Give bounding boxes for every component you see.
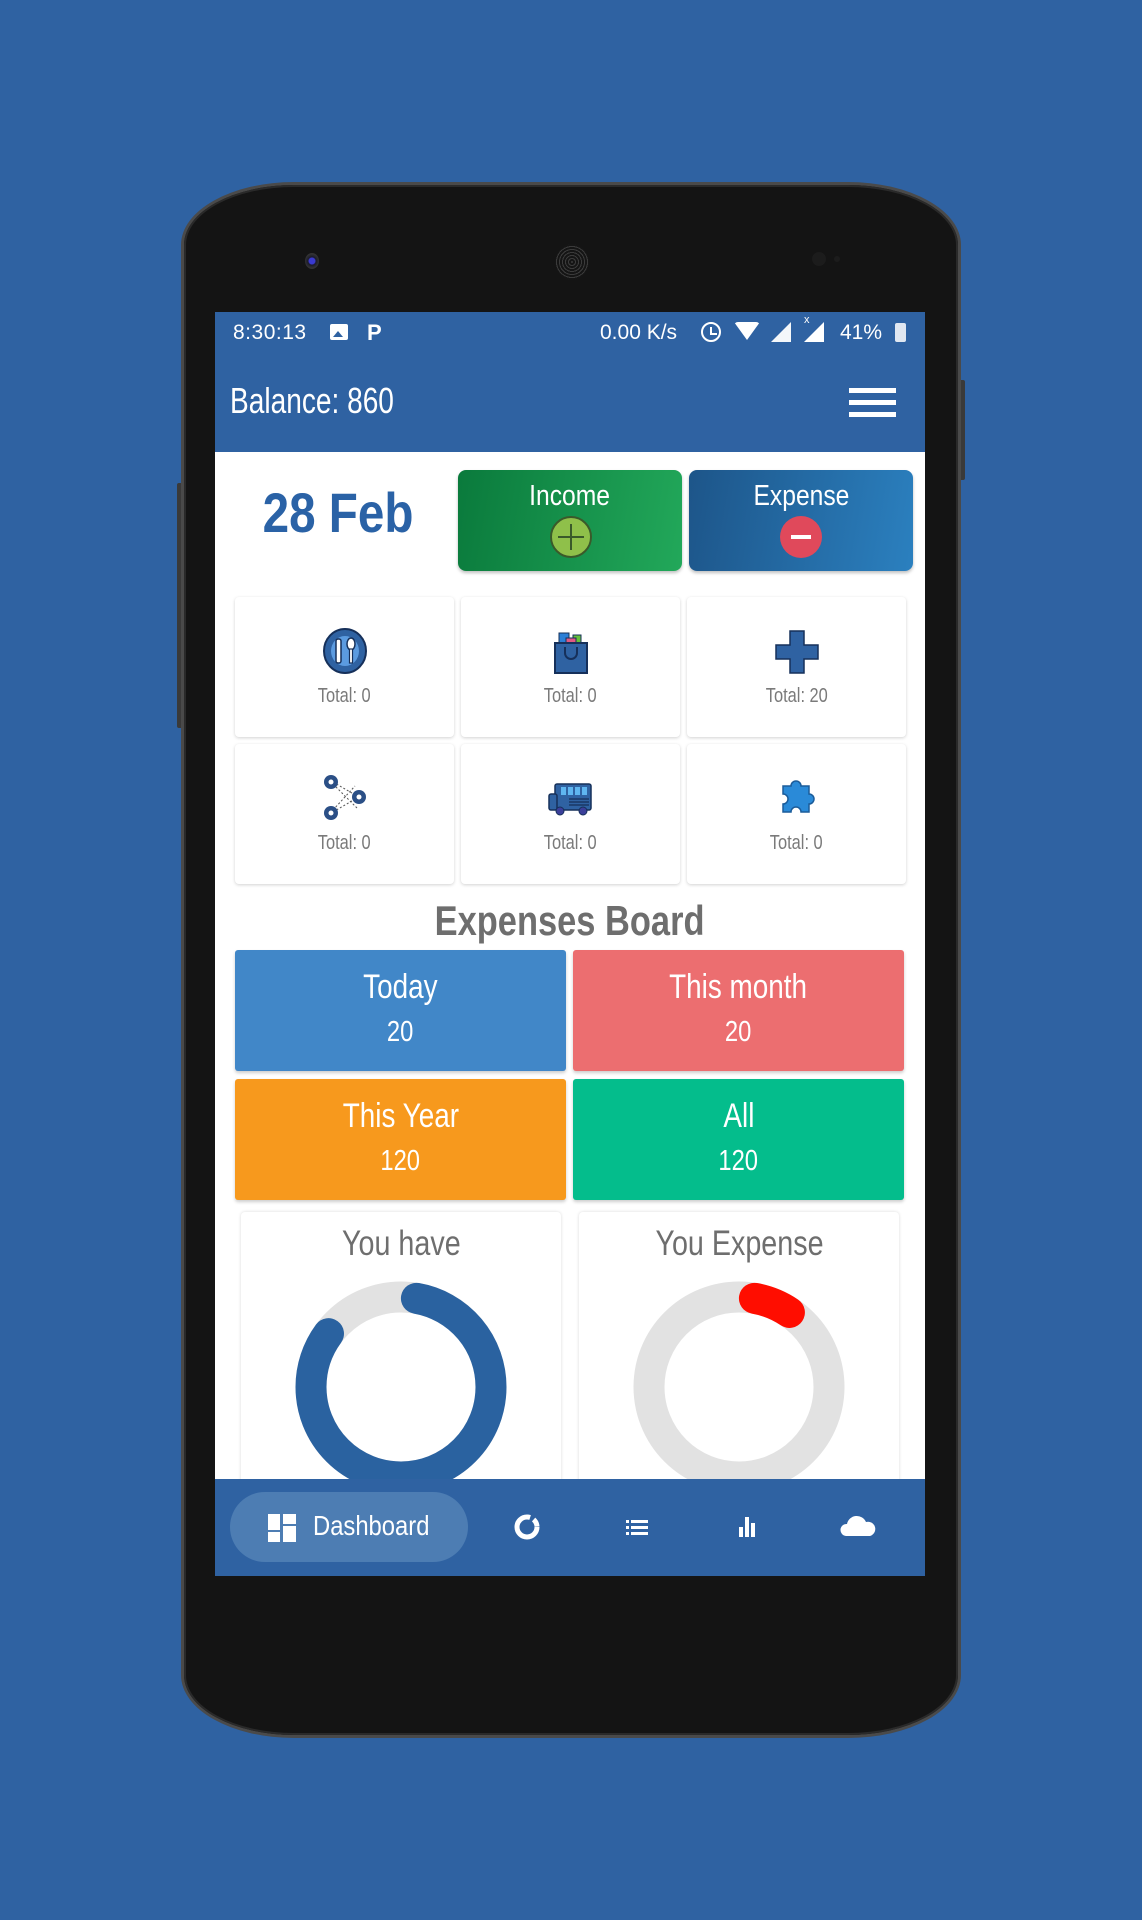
food-plate-icon [323,628,367,674]
bar-chart-icon [739,1517,755,1537]
expenses-board-title: Expenses Board [435,897,705,944]
nav-bar-chart[interactable] [719,1499,775,1555]
you-have-title: You have [341,1224,461,1263]
expense-label: Expense [753,480,849,512]
category-card-services[interactable]: Total: 0 [235,744,454,884]
current-date: 28 Feb [262,481,414,544]
tile-all[interactable]: All 120 [573,1079,904,1200]
nav-cloud[interactable] [830,1499,886,1555]
status-bar: 8:30:13 P 0.00 K/s x 41% [215,312,925,354]
you-expense-title: You Expense [654,1224,824,1263]
balance-title: Balance: 860 [230,380,394,421]
category-card-transport[interactable]: Total: 0 [461,744,680,884]
wifi-icon [734,322,760,340]
category-total: Total: 0 [544,832,597,854]
category-total: Total: 0 [770,832,823,854]
donut-arc [295,1281,507,1493]
category-card-other[interactable]: Total: 0 [687,744,906,884]
category-card-medical[interactable]: Total: 20 [687,597,906,737]
you-expense-donut [633,1281,845,1493]
bus-icon [548,783,592,816]
plus-icon [550,516,592,558]
app-bar: 8:30:13 P 0.00 K/s x 41% Balance: 860 [215,312,925,452]
status-time: 8:30:13 [233,321,307,344]
bottom-navigation: Dashboard [215,1479,925,1576]
p-notification-icon: P [367,320,382,345]
puzzle-icon [782,780,815,813]
minus-icon [780,516,822,558]
tile-label: This month [669,968,808,1006]
tile-label: Today [363,968,438,1006]
earpiece-speaker-icon [555,244,589,280]
proximity-sensor-icon [812,252,826,266]
shopping-bag-icon [554,632,588,674]
donut-chart-icon [514,1514,540,1540]
nav-dashboard-label: Dashboard [313,1510,430,1541]
add-income-button[interactable]: Income [458,470,682,571]
category-total: Total: 0 [318,832,371,854]
light-sensor-icon [834,256,840,262]
nav-list[interactable] [609,1499,665,1555]
tile-today[interactable]: Today 20 [235,950,566,1071]
tile-this-year[interactable]: This Year 120 [235,1079,566,1200]
category-total: Total: 0 [318,685,371,707]
tile-value: 120 [718,1145,759,1177]
tile-label: All [722,1097,754,1135]
category-card-shopping[interactable]: Total: 0 [461,597,680,737]
dashboard-icon [268,1514,296,1542]
gears-icon [324,775,366,820]
add-expense-button[interactable]: Expense [689,470,913,571]
nav-donut-chart[interactable] [499,1499,555,1555]
nav-dashboard[interactable]: Dashboard [230,1492,468,1562]
medical-cross-icon [775,630,819,674]
battery-percent: 41% [840,321,883,344]
income-label: Income [529,480,611,512]
tile-value: 20 [387,1016,414,1048]
signal-icon [771,322,791,342]
alarm-icon [701,322,721,342]
image-notification-icon [330,324,348,340]
battery-charging-icon [895,323,906,342]
list-icon [626,1520,648,1535]
donut-track [633,1281,845,1493]
tile-value: 120 [380,1145,421,1177]
menu-icon[interactable] [849,388,896,418]
cloud-icon [840,1515,876,1536]
app-screen: 8:30:13 P 0.00 K/s x 41% Balance: 860 28… [215,312,925,1576]
tile-value: 20 [725,1016,752,1048]
signal-icon-2 [804,322,824,342]
tile-label: This Year [342,1097,459,1135]
category-total: Total: 20 [765,685,828,707]
front-camera-icon [305,253,319,269]
category-total: Total: 0 [544,685,597,707]
you-have-donut [295,1281,507,1493]
network-speed: 0.00 K/s [600,321,678,344]
tile-this-month[interactable]: This month 20 [573,950,904,1071]
power-button [957,380,965,480]
category-card-food[interactable]: Total: 0 [235,597,454,737]
